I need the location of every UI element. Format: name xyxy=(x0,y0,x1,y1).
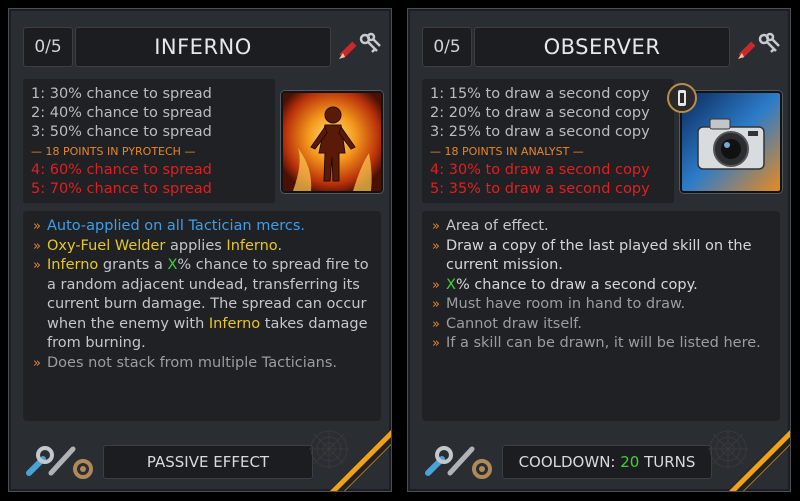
keys-icon xyxy=(359,32,381,53)
pencil-icon xyxy=(339,41,357,59)
wrench-tools-icon xyxy=(21,437,101,481)
desc-line-4: » Does not stack from multiple Tacticians… xyxy=(33,354,338,371)
caution-tape-icon xyxy=(329,429,391,491)
desc-line-4: » Must have room in hand to draw. xyxy=(432,296,686,312)
keys-icon xyxy=(758,32,780,53)
desc-line-1: » Area of effect. xyxy=(432,218,549,234)
desc-line-6: » If a skill can be drawn, it will be lis… xyxy=(432,335,761,351)
level-1: 1: 15% to draw a second copy xyxy=(430,86,650,102)
cooldown-label: COOLDOWN: 20 TURNS xyxy=(502,445,712,479)
desc-line-2: » Draw a copy of the last played skill on… xyxy=(432,237,752,274)
level-3: 3: 50% chance to spread xyxy=(31,124,212,140)
cooldown-value: 20 xyxy=(620,453,640,471)
level-5: 5: 70% chance to spread xyxy=(31,181,212,197)
desc-line-3: » X% chance to draw a second copy. xyxy=(432,276,698,293)
skill-points: 0/5 xyxy=(23,27,73,67)
level-3: 3: 25% to draw a second copy xyxy=(430,124,650,140)
edit-keys-icon[interactable] xyxy=(734,29,782,65)
caution-tape-icon xyxy=(728,429,790,491)
desc-line-5: » Cannot draw itself. xyxy=(432,315,582,332)
level-separator: — 18 POINTS IN ANALYST — xyxy=(430,145,584,158)
edit-keys-icon[interactable] xyxy=(335,29,383,65)
level-separator: — 18 POINTS IN PYROTECH — xyxy=(31,145,196,158)
skill-title: OBSERVER xyxy=(474,27,730,67)
desc-line-2: » Oxy-Fuel Welder applies Inferno. xyxy=(33,237,283,254)
level-5: 5: 35% to draw a second copy xyxy=(430,181,650,197)
skill-points: 0/5 xyxy=(422,27,472,67)
pencil-icon xyxy=(738,41,756,59)
camera-icon xyxy=(697,118,765,170)
description-panel: » Auto-applied on all Tactician mercs. » O… xyxy=(23,211,381,421)
passive-effect-label: PASSIVE EFFECT xyxy=(103,445,313,479)
analyst-badge-icon xyxy=(667,83,697,113)
desc-line-1: » Auto-applied on all Tactician mercs. xyxy=(33,218,306,234)
level-4: 4: 30% to draw a second copy xyxy=(430,162,650,178)
skill-card-inferno[interactable]: 0/5 INFERNO 1: 30% chance to spread 2: 4… xyxy=(8,8,392,492)
inferno-portrait xyxy=(281,91,383,193)
level-2: 2: 40% chance to spread xyxy=(31,105,212,121)
wrench-tools-icon xyxy=(420,437,500,481)
skill-title: INFERNO xyxy=(75,27,331,67)
description-panel: » Area of effect. » Draw a copy of the las… xyxy=(422,211,780,421)
level-4: 4: 60% chance to spread xyxy=(31,162,212,178)
level-2: 2: 20% to draw a second copy xyxy=(430,105,650,121)
levels-panel: 1: 30% chance to spread 2: 40% chance to… xyxy=(23,79,275,203)
levels-panel: 1: 15% to draw a second copy 2: 20% to d… xyxy=(422,79,674,203)
level-1: 1: 30% chance to spread xyxy=(31,86,212,102)
skill-card-observer[interactable]: 0/5 OBSERVER 1: 15% to draw a second cop… xyxy=(407,8,791,492)
desc-line-3: » Inferno grants a X% chance to spread fi… xyxy=(33,257,369,351)
